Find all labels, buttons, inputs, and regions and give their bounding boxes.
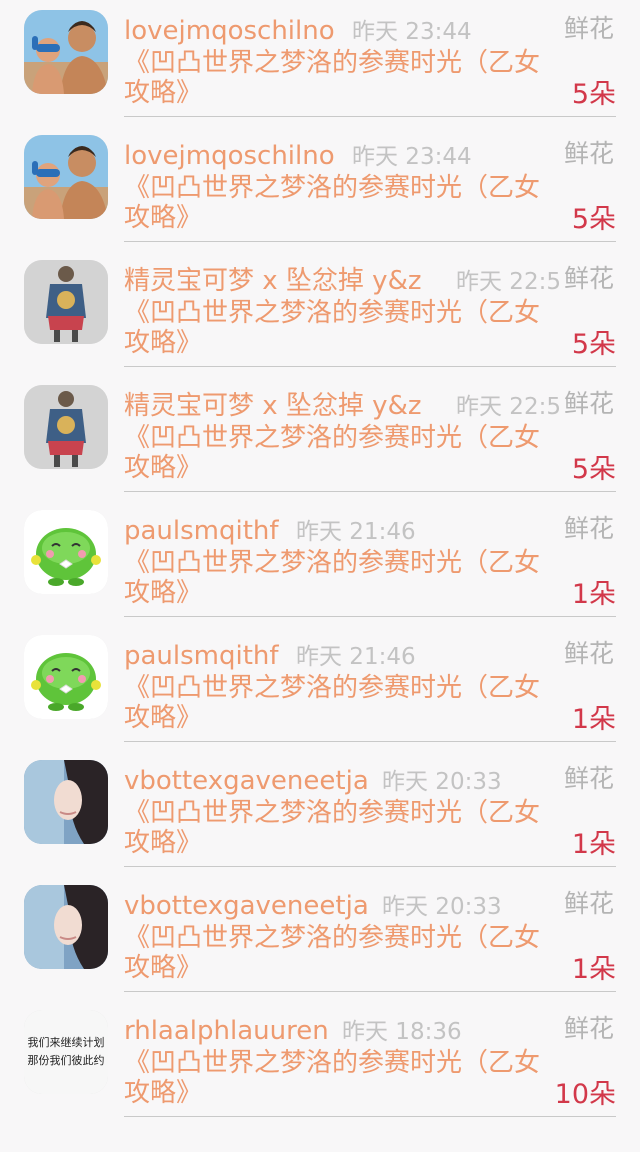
calligraphy-line-2: 那份我们彼此约 (28, 1053, 105, 1067)
beach-photo-icon (24, 10, 108, 94)
work-title[interactable]: 《凹凸世界之梦洛的参赛时光（乙女攻略》 (124, 173, 544, 233)
username[interactable]: paulsmqithf (124, 514, 279, 548)
list-item[interactable]: vbottexgaveneetja 昨天 20:33 鲜花 《凹凸世界之梦洛的参… (0, 750, 640, 875)
divider (124, 491, 616, 492)
gift-record-list: lovejmqoschilno 昨天 23:44 鲜花 《凹凸世界之梦洛的参赛时… (0, 0, 640, 1152)
timestamp: 昨天 20:33 (382, 769, 502, 795)
list-item[interactable]: paulsmqithf 昨天 21:46 鲜花 《凹凸世界之梦洛的参赛时光（乙女… (0, 625, 640, 750)
gift-type-label: 鲜花 (563, 264, 614, 293)
timestamp: 昨天 22:5 (456, 394, 561, 420)
timestamp: 昨天 21:46 (296, 644, 416, 670)
gift-type-label: 鲜花 (563, 514, 614, 543)
green-bean-cartoon-icon (24, 510, 108, 594)
calligraphy-icon: 我们来继续计划 那份我们彼此约 (24, 1010, 108, 1094)
gift-count: 1朵 (571, 954, 616, 985)
gift-type-label: 鲜花 (563, 639, 614, 668)
denim-jacket-icon (24, 260, 108, 344)
divider (124, 1116, 616, 1117)
work-title[interactable]: 《凹凸世界之梦洛的参赛时光（乙女攻略》 (124, 798, 544, 858)
username[interactable]: 精灵宝可梦 x 坠忿掉 y&z (124, 264, 422, 298)
timestamp: 昨天 23:44 (352, 19, 472, 45)
list-item[interactable]: paulsmqithf 昨天 21:46 鲜花 《凹凸世界之梦洛的参赛时光（乙女… (0, 500, 640, 625)
avatar[interactable]: 我们来继续计划 那份我们彼此约 (24, 1010, 108, 1094)
gift-count: 1朵 (571, 829, 616, 860)
divider (124, 616, 616, 617)
avatar[interactable] (24, 385, 108, 469)
work-title[interactable]: 《凹凸世界之梦洛的参赛时光（乙女攻略》 (124, 298, 544, 358)
gift-count: 1朵 (571, 704, 616, 735)
username[interactable]: paulsmqithf (124, 639, 279, 673)
gift-type-label: 鲜花 (563, 139, 614, 168)
list-item[interactable]: 精灵宝可梦 x 坠忿掉 y&z 昨天 22:5 鲜花 《凹凸世界之梦洛的参赛时光… (0, 250, 640, 375)
beach-photo-icon (24, 135, 108, 219)
divider (124, 991, 616, 992)
avatar[interactable] (24, 260, 108, 344)
gift-count: 5朵 (571, 329, 616, 360)
work-title[interactable]: 《凹凸世界之梦洛的参赛时光（乙女攻略》 (124, 673, 544, 733)
gift-count: 5朵 (571, 454, 616, 485)
username[interactable]: lovejmqoschilno (124, 139, 335, 173)
username[interactable]: 精灵宝可梦 x 坠忿掉 y&z (124, 389, 422, 423)
gift-count: 5朵 (571, 204, 616, 235)
divider (124, 116, 616, 117)
gift-type-label: 鲜花 (563, 764, 614, 793)
girl-portrait-icon (24, 760, 108, 844)
timestamp: 昨天 21:46 (296, 519, 416, 545)
avatar[interactable] (24, 885, 108, 969)
gift-count: 1朵 (571, 579, 616, 610)
username[interactable]: vbottexgaveneetja (124, 889, 369, 923)
divider (124, 241, 616, 242)
divider (124, 741, 616, 742)
gift-type-label: 鲜花 (563, 889, 614, 918)
calligraphy-line-1: 我们来继续计划 (28, 1035, 105, 1049)
gift-count: 5朵 (571, 79, 616, 110)
gift-type-label: 鲜花 (563, 389, 614, 418)
divider (124, 866, 616, 867)
timestamp: 昨天 22:5 (456, 269, 561, 295)
gift-count: 10朵 (554, 1079, 616, 1110)
gift-type-label: 鲜花 (563, 14, 614, 43)
avatar[interactable] (24, 760, 108, 844)
list-item[interactable]: lovejmqoschilno 昨天 23:44 鲜花 《凹凸世界之梦洛的参赛时… (0, 125, 640, 250)
avatar[interactable] (24, 135, 108, 219)
avatar[interactable] (24, 635, 108, 719)
list-item[interactable]: 精灵宝可梦 x 坠忿掉 y&z 昨天 22:5 鲜花 《凹凸世界之梦洛的参赛时光… (0, 375, 640, 500)
work-title[interactable]: 《凹凸世界之梦洛的参赛时光（乙女攻略》 (124, 48, 544, 108)
work-title[interactable]: 《凹凸世界之梦洛的参赛时光（乙女攻略》 (124, 548, 544, 608)
list-item[interactable]: lovejmqoschilno 昨天 23:44 鲜花 《凹凸世界之梦洛的参赛时… (0, 0, 640, 125)
green-bean-cartoon-icon (24, 635, 108, 719)
timestamp: 昨天 20:33 (382, 894, 502, 920)
username[interactable]: vbottexgaveneetja (124, 764, 369, 798)
list-item[interactable]: 我们来继续计划 那份我们彼此约 rhlaalphlauuren 昨天 18:36… (0, 1000, 640, 1125)
work-title[interactable]: 《凹凸世界之梦洛的参赛时光（乙女攻略》 (124, 423, 544, 483)
list-item[interactable]: vbottexgaveneetja 昨天 20:33 鲜花 《凹凸世界之梦洛的参… (0, 875, 640, 1000)
gift-type-label: 鲜花 (563, 1014, 614, 1043)
girl-portrait-icon (24, 885, 108, 969)
avatar[interactable] (24, 10, 108, 94)
username[interactable]: lovejmqoschilno (124, 14, 335, 48)
timestamp: 昨天 18:36 (342, 1019, 462, 1045)
divider (124, 366, 616, 367)
avatar[interactable] (24, 510, 108, 594)
timestamp: 昨天 23:44 (352, 144, 472, 170)
username[interactable]: rhlaalphlauuren (124, 1014, 329, 1048)
work-title[interactable]: 《凹凸世界之梦洛的参赛时光（乙女攻略》 (124, 923, 544, 983)
denim-jacket-icon (24, 385, 108, 469)
work-title[interactable]: 《凹凸世界之梦洛的参赛时光（乙女攻略》 (124, 1048, 544, 1108)
